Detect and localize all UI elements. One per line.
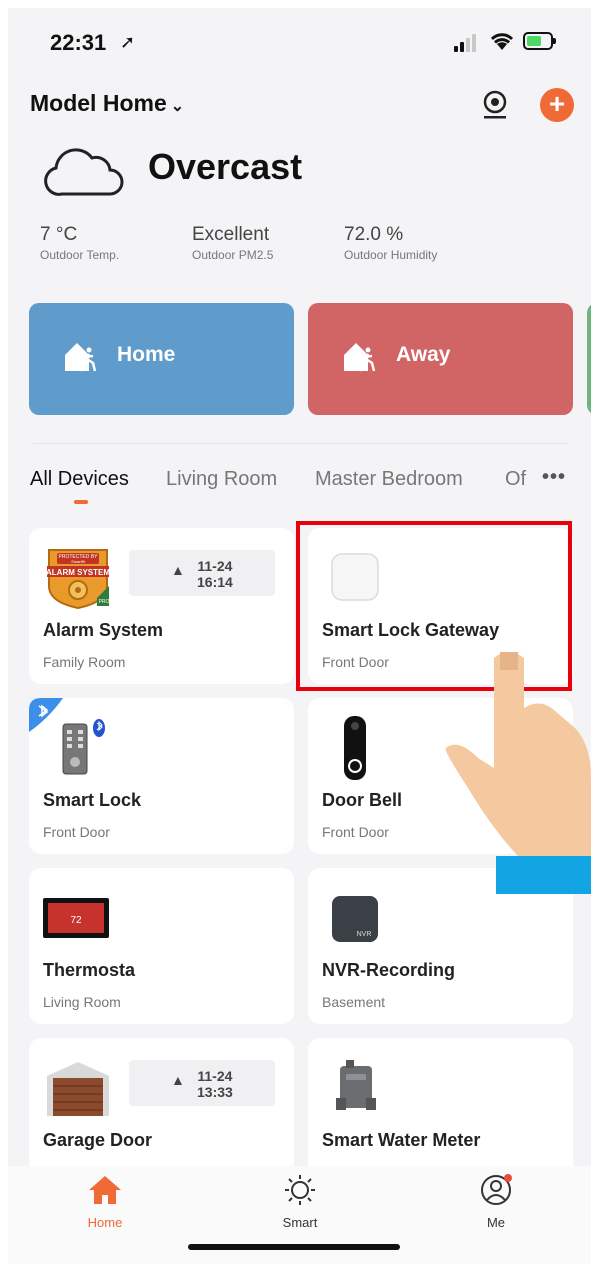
bell-icon: ▲ xyxy=(171,1072,185,1088)
stat-label: Outdoor Humidity xyxy=(344,248,438,262)
scene-label: Home xyxy=(117,343,176,366)
home-scene-icon xyxy=(65,343,97,372)
camera-icon[interactable] xyxy=(482,90,508,120)
device-name: Smart Water Meter xyxy=(322,1130,481,1150)
stat-value: 7 °C xyxy=(40,224,78,245)
device-room: Living Room xyxy=(43,994,121,1010)
doorbell-icon xyxy=(344,716,366,780)
device-card-thermostat[interactable]: 72 Thermosta Living Room xyxy=(29,868,294,1024)
home-indicator xyxy=(188,1244,400,1250)
wifi-icon xyxy=(490,33,514,50)
battery-icon xyxy=(523,32,556,50)
status-bar: 22:31 ➚ xyxy=(8,8,591,68)
weather-condition: Overcast xyxy=(148,146,303,187)
nav-label: Me xyxy=(486,1215,506,1230)
nav-home[interactable]: Home xyxy=(65,1174,145,1230)
nvr-label-text: NVR xyxy=(357,931,372,938)
tab-all-devices[interactable]: All Devices xyxy=(30,468,129,491)
water-meter-icon xyxy=(336,1060,376,1110)
stat-label: Outdoor PM2.5 xyxy=(192,248,274,262)
pointing-hand-icon xyxy=(445,652,591,866)
tab-living-room[interactable]: Living Room xyxy=(166,468,277,491)
last-event-chip: ▲ 11-24 16:14 xyxy=(129,550,275,596)
scene-away-button[interactable]: Away xyxy=(308,303,573,415)
cellular-signal-icon xyxy=(454,34,482,52)
bell-icon: ▲ xyxy=(171,562,185,578)
status-time: 22:31 xyxy=(50,30,107,55)
nav-smart[interactable]: Smart xyxy=(260,1174,340,1230)
alarm-badge-pro-text: PRO xyxy=(99,599,110,605)
device-name: Garage Door xyxy=(43,1130,153,1150)
thermostat-value-text: 72 xyxy=(70,915,82,926)
device-name: Door Bell xyxy=(322,790,403,810)
device-name: NVR-Recording xyxy=(322,960,456,980)
home-name: Model Home xyxy=(30,90,167,116)
more-tabs-button[interactable]: ••• xyxy=(542,466,566,489)
nav-me[interactable]: Me xyxy=(456,1174,536,1230)
device-name: Smart Lock xyxy=(43,790,142,810)
stat-value: 72.0 % xyxy=(344,224,404,245)
scene-label: Away xyxy=(396,343,451,366)
stat-value: Excellent xyxy=(192,224,270,245)
device-room: Family Room xyxy=(43,654,126,670)
device-card-alarm-system[interactable]: PROTECTED BY Smartfit ALARM SYSTEM PRO ▲… xyxy=(29,528,294,684)
scene-partial-card[interactable] xyxy=(587,303,591,415)
outdoor-temp-stat: 7 °C Outdoor Temp. xyxy=(40,224,119,262)
nav-label: Smart xyxy=(282,1215,318,1230)
away-scene-icon xyxy=(344,343,376,372)
garage-icon xyxy=(47,1062,109,1116)
device-room: Front Door xyxy=(43,824,110,840)
add-device-button[interactable]: + xyxy=(540,88,574,122)
device-room: Front Door xyxy=(322,824,389,840)
device-card-smart-lock[interactable]: Smart Lock Front Door xyxy=(29,698,294,854)
chevron-down-icon: ⌄ xyxy=(170,98,185,115)
divider xyxy=(33,443,568,444)
location-arrow-icon: ➚ xyxy=(120,32,136,52)
cloud-icon xyxy=(44,148,124,196)
outdoor-pm25-stat: Excellent Outdoor PM2.5 xyxy=(192,224,273,262)
alarm-badge-brand-text: Smartfit xyxy=(71,559,86,564)
home-selector[interactable]: Model Home ⌄ xyxy=(30,90,184,117)
sun-icon xyxy=(285,1175,315,1205)
app-screen: 22:31 ➚ Model Home ⌄ + Overcast 7 °C Outd… xyxy=(8,8,591,1264)
alarm-system-badge-icon: PROTECTED BY Smartfit ALARM SYSTEM PRO xyxy=(46,549,110,610)
profile-icon xyxy=(481,1174,512,1205)
device-room: Basement xyxy=(322,994,386,1010)
scene-home-button[interactable]: Home xyxy=(29,303,294,415)
event-time: 16:14 xyxy=(197,574,233,590)
tab-office[interactable]: Of xyxy=(505,468,526,491)
outdoor-humidity-stat: 72.0 % Outdoor Humidity xyxy=(344,224,437,262)
event-date: 11-24 xyxy=(197,558,233,574)
notification-dot xyxy=(504,1174,512,1182)
thermostat-icon: 72 xyxy=(43,898,109,938)
home-icon xyxy=(89,1176,121,1204)
event-date: 11-24 xyxy=(197,1068,233,1084)
device-name: Alarm System xyxy=(43,620,164,640)
device-name: Thermosta xyxy=(43,960,136,980)
nav-label: Home xyxy=(87,1215,123,1230)
stat-label: Outdoor Temp. xyxy=(40,248,120,262)
event-time: 13:33 xyxy=(197,1084,233,1100)
tab-active-indicator xyxy=(74,500,88,504)
nvr-icon: NVR xyxy=(332,896,378,942)
smart-lock-icon xyxy=(62,719,105,775)
alarm-badge-main-text: ALARM SYSTEM xyxy=(46,568,110,577)
tab-master-bedroom[interactable]: Master Bedroom xyxy=(315,468,463,491)
last-event-chip: ▲ 11-24 13:33 xyxy=(129,1060,275,1106)
overlay-blue-bar xyxy=(496,856,591,894)
